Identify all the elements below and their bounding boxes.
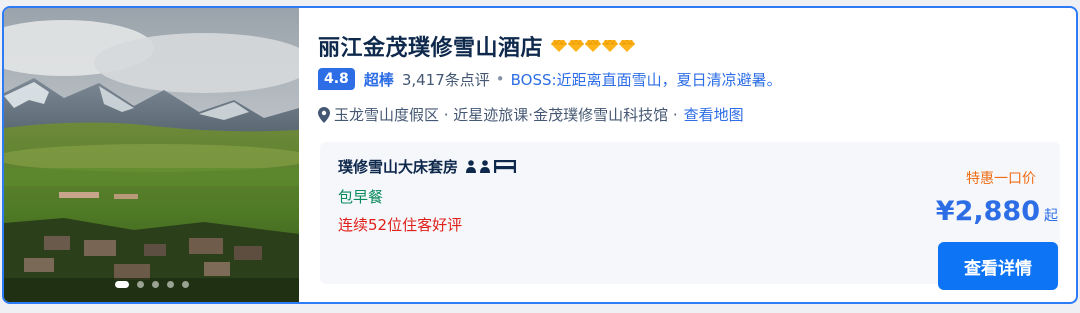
price-suffix: 起 xyxy=(1044,208,1058,224)
boss-quote: BOSS:近距离直面雪山，夏日清凉避暑。 xyxy=(510,70,782,89)
gallery-dots xyxy=(4,281,299,288)
diamond-icon xyxy=(568,40,585,52)
hotel-photo[interactable] xyxy=(4,8,299,302)
location-row: 玉龙雪山度假区 · 近星迹旅课·金茂璞修雪山科技馆 · 查看地图 xyxy=(318,104,744,125)
review-count[interactable]: 3,417条点评 xyxy=(402,69,490,90)
location-pin-icon xyxy=(318,106,330,123)
deal-label: 特惠一口价 xyxy=(966,171,1036,187)
diamond-icon xyxy=(551,40,568,52)
person-icon xyxy=(466,160,477,173)
rating-row: 4.8 超棒 3,417条点评 • BOSS:近距离直面雪山，夏日清凉避暑。 xyxy=(318,68,782,90)
room-name: 璞修雪山大床套房 xyxy=(338,158,459,176)
room-name-row: 璞修雪山大床套房 xyxy=(338,156,517,177)
gallery-dot[interactable] xyxy=(166,281,174,288)
location-text: 玉龙雪山度假区 · 近星迹旅课·金茂璞修雪山科技馆 · xyxy=(334,106,678,124)
breakfast-label: 包早餐 xyxy=(338,188,384,206)
score-badge: 4.8 xyxy=(318,68,355,90)
person-icon xyxy=(480,160,491,173)
view-details-button[interactable]: 查看详情 xyxy=(938,242,1058,290)
diamond-icon xyxy=(619,40,636,52)
gallery-dot[interactable] xyxy=(114,281,129,288)
price-column: 特惠一口价 ¥2,880 起 查看详情 xyxy=(840,168,1060,298)
gallery-dot[interactable] xyxy=(151,281,159,288)
price: ¥2,880 xyxy=(935,196,1040,227)
hotel-name[interactable]: 丽江金茂璞修雪山酒店 xyxy=(318,30,543,62)
view-map-link[interactable]: 查看地图 xyxy=(684,104,744,125)
bed-icon xyxy=(494,160,517,173)
hotel-photo-image xyxy=(4,8,299,302)
review-streak: 连续52位住客好评 xyxy=(338,216,463,234)
price-row: ¥2,880 起 xyxy=(936,196,1058,227)
title-row: 丽江金茂璞修雪山酒店 xyxy=(318,30,636,62)
rating-word: 超棒 xyxy=(363,70,394,89)
room-icons xyxy=(466,160,517,173)
gallery-dot[interactable] xyxy=(136,281,144,288)
separator: • xyxy=(495,70,505,88)
diamond-icon xyxy=(585,40,602,52)
diamond-icon xyxy=(602,40,619,52)
gallery-dot[interactable] xyxy=(181,281,189,288)
diamond-rating xyxy=(551,40,636,52)
hotel-card[interactable]: 丽江金茂璞修雪山酒店 4.8 超棒 3,417条点评 • BOSS:近距离直面雪… xyxy=(2,6,1078,304)
hotel-info: 丽江金茂璞修雪山酒店 4.8 超棒 3,417条点评 • BOSS:近距离直面雪… xyxy=(318,8,1076,302)
